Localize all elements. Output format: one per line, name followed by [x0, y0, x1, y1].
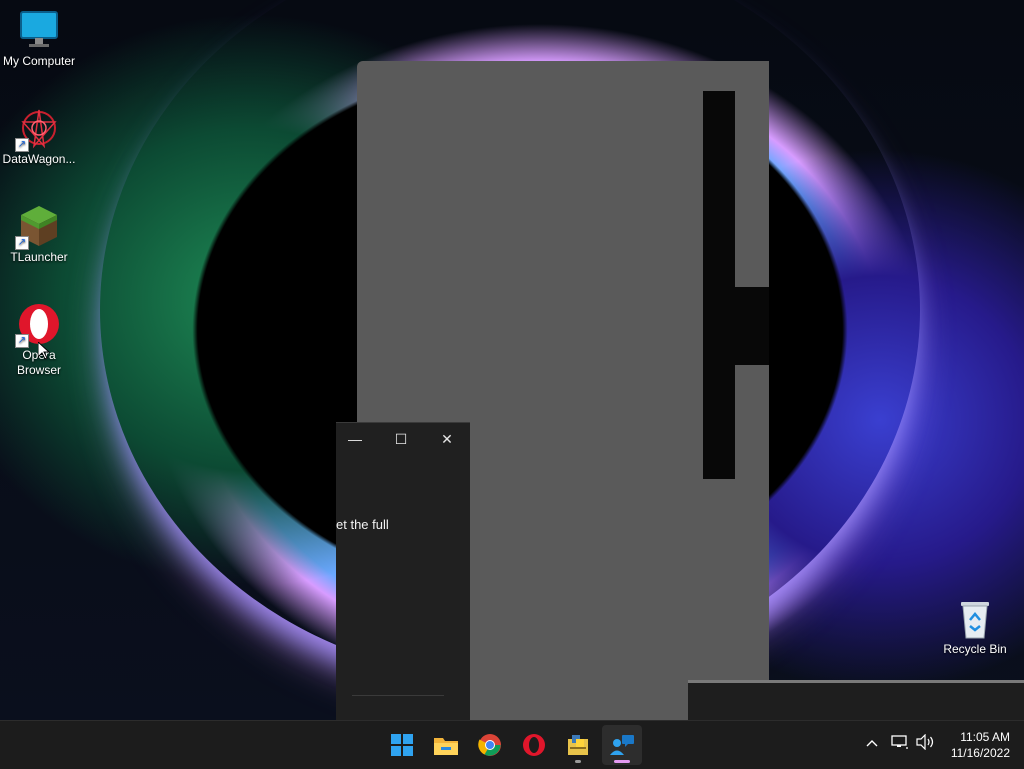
active-indicator	[614, 760, 630, 763]
maximize-icon: ☐	[394, 431, 408, 447]
maximize-button[interactable]: ☐	[378, 423, 424, 455]
blurred-window-lower-right	[688, 479, 769, 680]
blurred-window-region	[735, 287, 769, 365]
chevron-up-icon	[866, 740, 878, 747]
datawagon-icon: ↗	[15, 106, 61, 152]
support-app-icon	[610, 735, 634, 755]
app-window[interactable]: — ☐ ✕ et the full	[336, 422, 470, 721]
taskbar-chrome[interactable]	[470, 725, 510, 765]
desktop-icon-label: TLauncher	[10, 250, 68, 264]
show-hidden-icons-chevron[interactable]	[860, 733, 884, 757]
network-icon[interactable]	[888, 733, 912, 757]
python-installer-icon	[568, 735, 588, 755]
taskbar-opera[interactable]	[514, 725, 554, 765]
close-icon: ✕	[441, 431, 453, 447]
desktop-icon-label: Recycle Bin	[943, 642, 1007, 656]
taskbar-file-explorer[interactable]	[426, 725, 466, 765]
window-message: et the full	[336, 517, 389, 532]
shortcut-arrow-icon: ↗	[15, 334, 29, 348]
desktop-icon-label: DataWagon...	[2, 152, 76, 166]
recycle-bin-icon	[953, 596, 997, 640]
title-bar[interactable]: — ☐ ✕	[336, 423, 470, 455]
desktop-icon-opera[interactable]: ↗ Opera Browser	[0, 302, 78, 378]
shortcut-arrow-icon: ↗	[15, 138, 29, 152]
taskbar-python-installer[interactable]	[558, 725, 598, 765]
opera-icon	[523, 734, 545, 756]
desktop-icon-recycle-bin[interactable]: Recycle Bin	[936, 596, 1014, 657]
close-button[interactable]: ✕	[424, 423, 470, 455]
running-indicator	[575, 760, 581, 763]
desktop-icon-tlauncher[interactable]: ↗ TLauncher	[0, 204, 78, 265]
desktop-icon-datawagon[interactable]: ↗ DataWagon...	[0, 106, 78, 167]
divider	[352, 695, 444, 696]
monitor-icon	[17, 8, 61, 52]
system-clock[interactable]: 11:05 AM 11/16/2022	[940, 729, 1010, 761]
volume-icon[interactable]	[913, 733, 937, 757]
shortcut-arrow-icon: ↗	[15, 236, 29, 250]
desktop-icon-label: My Computer	[2, 54, 76, 68]
blurred-window-region	[703, 91, 735, 479]
minimize-icon: —	[348, 431, 362, 447]
blurred-window-region	[735, 365, 769, 385]
taskbar: 11:05 AM 11/16/2022	[0, 720, 1024, 769]
minimize-button[interactable]: —	[332, 423, 378, 455]
blurred-window-region	[735, 61, 769, 287]
start-icon	[391, 734, 413, 756]
desktop-icon-my-computer[interactable]: My Computer	[0, 8, 78, 69]
grass-block-icon: ↗	[15, 204, 61, 250]
mouse-cursor-icon	[37, 340, 51, 365]
clock-time: 11:05 AM	[960, 730, 1010, 744]
chrome-icon	[478, 734, 501, 756]
window-edge	[688, 680, 1024, 723]
taskbar-support-app[interactable]	[602, 725, 642, 765]
file-explorer-icon	[434, 738, 458, 755]
start-button[interactable]	[382, 725, 422, 765]
clock-date: 11/16/2022	[950, 746, 1010, 760]
opera-icon: ↗	[15, 302, 61, 348]
